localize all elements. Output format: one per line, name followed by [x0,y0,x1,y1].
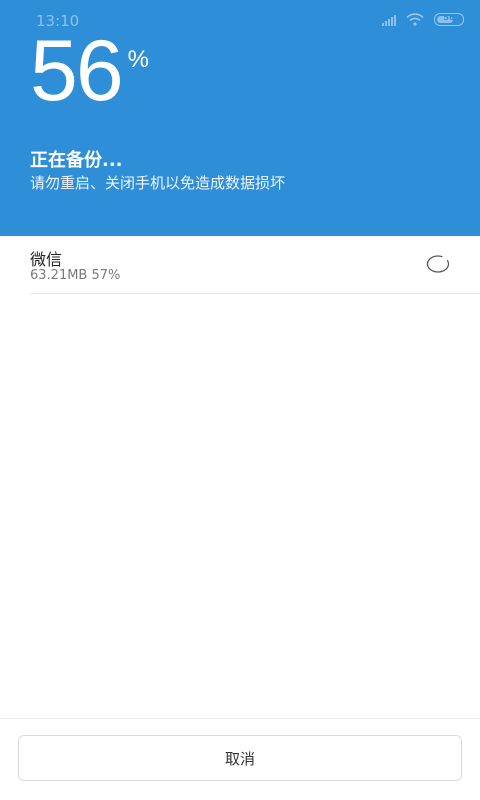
wifi-icon [406,13,424,26]
backup-item-row: 微信 63.21MB 57% [0,236,480,294]
progress-value: 56 [30,23,124,119]
status-icons: 56 [382,13,464,26]
app-name: 微信 [30,250,63,269]
backup-warning: 请勿重启、关闭手机以免造成数据损坏 [30,174,286,192]
cancel-button[interactable]: 取消 [18,735,462,781]
backup-status-title: 正在备份... [30,150,123,171]
backup-header: 13:10 56 56 % 正在备份... 请勿重启、关闭手机以免造成数据损坏 [0,0,480,236]
spinner-icon [426,255,450,273]
app-size-progress: 63.21MB 57% [30,268,121,283]
battery-icon: 56 [434,13,464,26]
signal-icon [382,14,396,26]
progress-percent: 56 % [30,28,149,114]
percent-sign: % [127,46,150,73]
row-divider [30,293,480,294]
battery-level: 56 [443,13,455,22]
bottom-divider [0,718,480,719]
